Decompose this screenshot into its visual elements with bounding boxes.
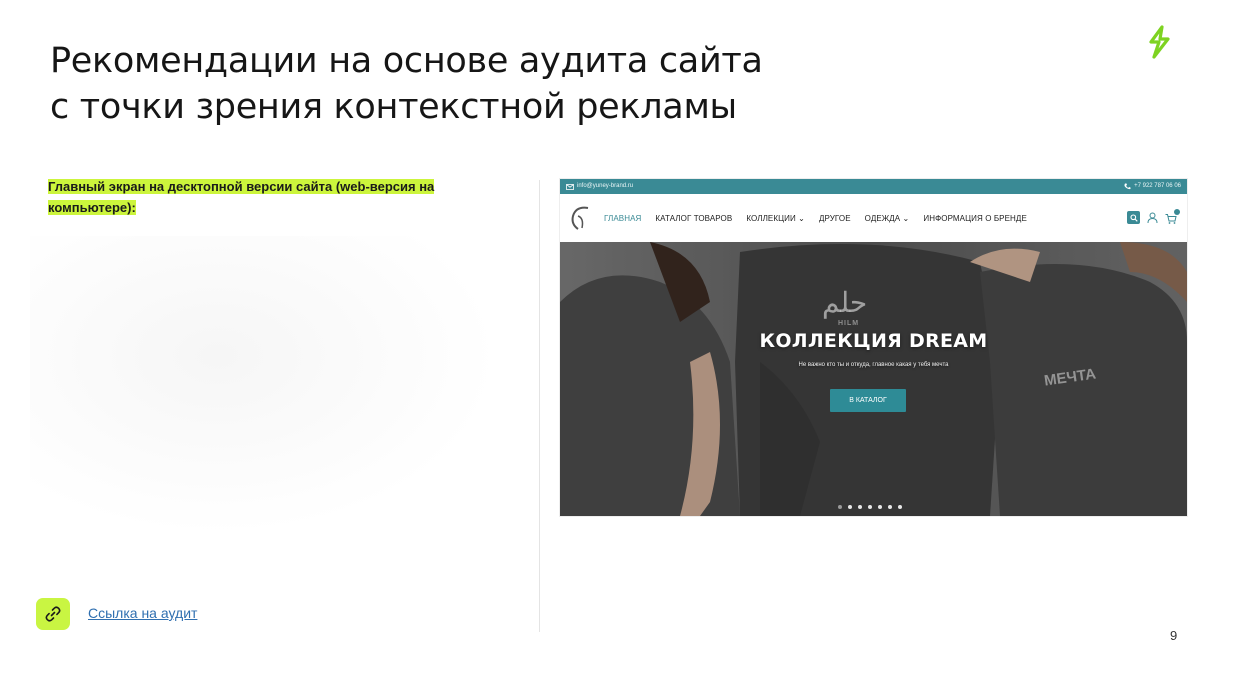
blurred-content-area bbox=[30, 236, 500, 536]
site-navbar: ГЛАВНАЯ КАТАЛОГ ТОВАРОВ КОЛЛЕКЦИИ ⌄ ДРУГОЕ О… bbox=[560, 194, 1187, 242]
lightning-logo-icon bbox=[1149, 25, 1170, 59]
shirt-print-arabic: حلم bbox=[822, 286, 868, 319]
hero-banner: حلم HILM МЕЧТА КОЛЛЕКЦИЯ DREAM Не важно … bbox=[560, 242, 1187, 516]
screenshot-caption: Главный экран на десктопной версии сайта… bbox=[48, 179, 435, 215]
slider-dot[interactable] bbox=[888, 505, 892, 509]
user-icon[interactable] bbox=[1147, 212, 1158, 224]
slider-dot[interactable] bbox=[858, 505, 862, 509]
slider-dot[interactable] bbox=[878, 505, 882, 509]
title-line-2: с точки зрения контекстной рекламы bbox=[50, 87, 737, 127]
phone-icon bbox=[1124, 183, 1131, 190]
cart-badge bbox=[1174, 208, 1180, 215]
catalog-button[interactable]: В КАТАЛОГ bbox=[830, 389, 906, 412]
page-title: Рекомендации на основе аудита сайта с то… bbox=[50, 38, 950, 130]
slider-dot[interactable] bbox=[848, 505, 852, 509]
website-screenshot: info@yuney-brand.ru +7 922 787 06 06 ГЛА… bbox=[560, 179, 1187, 516]
nav-item[interactable]: ИНФОРМАЦИЯ О БРЕНДЕ bbox=[923, 214, 1027, 223]
site-logo-icon[interactable] bbox=[566, 204, 596, 234]
title-line-1: Рекомендации на основе аудита сайта bbox=[50, 41, 763, 81]
nav-item[interactable]: ДРУГОЕ bbox=[819, 214, 851, 223]
nav-item[interactable]: ГЛАВНАЯ bbox=[604, 214, 641, 223]
slider-dot[interactable] bbox=[898, 505, 902, 509]
topbar-email[interactable]: info@yuney-brand.ru bbox=[577, 179, 633, 194]
hero-title: КОЛЛЕКЦИЯ DREAM bbox=[759, 330, 988, 352]
site-topbar: info@yuney-brand.ru +7 922 787 06 06 bbox=[560, 179, 1187, 194]
slider-dot[interactable] bbox=[868, 505, 872, 509]
link-icon[interactable] bbox=[36, 598, 70, 630]
search-icon[interactable] bbox=[1127, 211, 1140, 224]
cart-icon[interactable] bbox=[1165, 208, 1180, 224]
nav-item[interactable]: ОДЕЖДА ⌄ bbox=[865, 214, 910, 223]
topbar-phone[interactable]: +7 922 787 06 06 bbox=[1134, 179, 1181, 194]
slider-dot[interactable] bbox=[838, 505, 842, 509]
audit-link[interactable]: Ссылка на аудит bbox=[88, 605, 197, 621]
slider-dots bbox=[830, 505, 910, 509]
nav-item[interactable]: КАТАЛОГ ТОВАРОВ bbox=[655, 214, 732, 223]
page-number: 9 bbox=[1170, 628, 1178, 643]
mail-icon bbox=[566, 183, 574, 190]
vertical-divider bbox=[539, 180, 540, 632]
hero-subtitle: Не важно кто ты и откуда, главное какая … bbox=[798, 362, 949, 368]
nav-menu: ГЛАВНАЯ КАТАЛОГ ТОВАРОВ КОЛЛЕКЦИИ ⌄ ДРУГОЕ О… bbox=[604, 194, 1027, 242]
shirt-print-hilm: HILM bbox=[838, 320, 860, 327]
nav-item[interactable]: КОЛЛЕКЦИИ ⌄ bbox=[746, 214, 805, 223]
